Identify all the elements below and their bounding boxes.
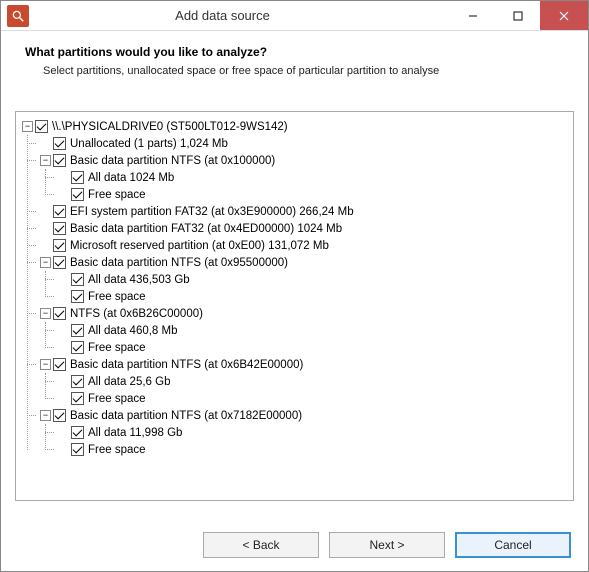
page-title: What partitions would you like to analyz… xyxy=(25,45,564,59)
checkbox[interactable] xyxy=(71,273,84,286)
tree-item-label[interactable]: Microsoft reserved partition (at 0xE00) … xyxy=(69,240,329,252)
tree-item-label[interactable]: Unallocated (1 parts) 1,024 Mb xyxy=(69,138,228,150)
wizard-footer: < Back Next > Cancel xyxy=(0,518,589,572)
checkbox[interactable] xyxy=(53,358,66,371)
minimize-button[interactable] xyxy=(450,1,495,30)
checkbox[interactable] xyxy=(53,307,66,320)
partition-tree-panel: − \\.\PHYSICALDRIVE0 (ST500LT012-9WS142) U… xyxy=(15,111,574,501)
checkbox[interactable] xyxy=(71,392,84,405)
tree-item-label[interactable]: EFI system partition FAT32 (at 0x3E90000… xyxy=(69,206,354,218)
checkbox[interactable] xyxy=(53,409,66,422)
checkbox[interactable] xyxy=(71,290,84,303)
tree-item-label[interactable]: Free space xyxy=(87,444,146,456)
next-button[interactable]: Next > xyxy=(329,532,445,558)
tree-item-label[interactable]: All data 11,998 Gb xyxy=(87,427,182,439)
checkbox[interactable] xyxy=(71,375,84,388)
tree-item-label[interactable]: \\.\PHYSICALDRIVE0 (ST500LT012-9WS142) xyxy=(51,121,288,133)
tree-item-label[interactable]: Free space xyxy=(87,393,146,405)
collapse-icon[interactable]: − xyxy=(40,155,51,166)
close-button[interactable] xyxy=(540,1,588,30)
checkbox[interactable] xyxy=(71,341,84,354)
checkbox[interactable] xyxy=(35,120,48,133)
tree-item-label[interactable]: All data 1024 Mb xyxy=(87,172,174,184)
tree-item-label[interactable]: Basic data partition NTFS (at 0x7182E000… xyxy=(69,410,302,422)
tree-item-label[interactable]: Basic data partition NTFS (at 0x100000) xyxy=(69,155,275,167)
tree-item-label[interactable]: Free space xyxy=(87,291,146,303)
checkbox[interactable] xyxy=(53,205,66,218)
tree-item-label[interactable]: Free space xyxy=(87,342,146,354)
collapse-icon[interactable]: − xyxy=(40,308,51,319)
collapse-icon[interactable]: − xyxy=(40,359,51,370)
checkbox[interactable] xyxy=(53,239,66,252)
partition-tree: − \\.\PHYSICALDRIVE0 (ST500LT012-9WS142) U… xyxy=(20,118,569,458)
tree-item-label[interactable]: All data 436,503 Gb xyxy=(87,274,190,286)
tree-item-label[interactable]: All data 25,6 Gb xyxy=(87,376,170,388)
checkbox[interactable] xyxy=(53,222,66,235)
collapse-icon[interactable]: − xyxy=(40,410,51,421)
titlebar: Add data source xyxy=(1,1,588,31)
checkbox[interactable] xyxy=(71,324,84,337)
tree-item-label[interactable]: All data 460,8 Mb xyxy=(87,325,178,337)
checkbox[interactable] xyxy=(53,256,66,269)
checkbox[interactable] xyxy=(71,171,84,184)
collapse-icon[interactable]: − xyxy=(40,257,51,268)
checkbox[interactable] xyxy=(71,188,84,201)
checkbox[interactable] xyxy=(53,154,66,167)
page-subtitle: Select partitions, unallocated space or … xyxy=(25,65,564,77)
wizard-header: What partitions would you like to analyz… xyxy=(1,31,588,81)
checkbox[interactable] xyxy=(71,443,84,456)
tree-item-label[interactable]: Basic data partition NTFS (at 0x95500000… xyxy=(69,257,288,269)
tree-item-label[interactable]: NTFS (at 0x6B26C00000) xyxy=(69,308,203,320)
window-title: Add data source xyxy=(0,8,450,23)
cancel-button[interactable]: Cancel xyxy=(455,532,571,558)
checkbox[interactable] xyxy=(53,137,66,150)
checkbox[interactable] xyxy=(71,426,84,439)
tree-item-label[interactable]: Basic data partition NTFS (at 0x6B42E000… xyxy=(69,359,303,371)
collapse-icon[interactable]: − xyxy=(22,121,33,132)
window-controls xyxy=(450,1,588,30)
tree-item-label[interactable]: Free space xyxy=(87,189,146,201)
back-button[interactable]: < Back xyxy=(203,532,319,558)
maximize-button[interactable] xyxy=(495,1,540,30)
tree-item-label[interactable]: Basic data partition FAT32 (at 0x4ED0000… xyxy=(69,223,342,235)
